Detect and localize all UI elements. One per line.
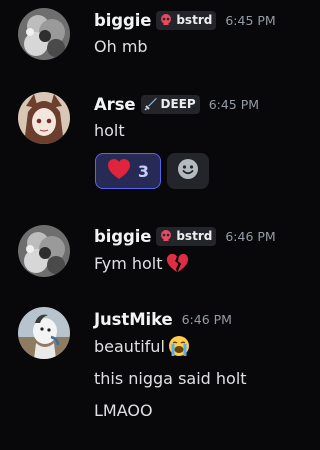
avatar[interactable]	[18, 8, 70, 60]
timestamp: 6:45 PM	[225, 12, 276, 28]
username[interactable]: Arse	[94, 95, 136, 114]
username[interactable]: biggie	[94, 11, 151, 30]
skull-icon	[159, 229, 173, 243]
message-text: LMAOO	[94, 401, 153, 420]
server-tag-label: bstrd	[176, 13, 213, 27]
server-tag[interactable]: bstrd	[156, 226, 217, 246]
username[interactable]: biggie	[94, 227, 151, 246]
avatar[interactable]	[18, 307, 70, 359]
message-text: holt	[94, 121, 125, 140]
skull-icon	[159, 13, 173, 27]
add-reaction-button[interactable]	[167, 153, 209, 189]
smiley-icon	[177, 158, 199, 184]
avatar[interactable]	[18, 225, 70, 277]
message-text: this nigga said holt	[94, 369, 247, 388]
timestamp: 6:46 PM	[225, 228, 276, 244]
reaction-heart[interactable]: 3	[95, 153, 161, 189]
message-text: Fym holt	[94, 253, 163, 273]
sword-icon	[144, 97, 158, 111]
reaction-count: 3	[137, 161, 150, 181]
server-tag-label: bstrd	[176, 229, 213, 243]
message-text: beautiful	[94, 336, 165, 356]
server-tag[interactable]: DEEP	[140, 94, 200, 114]
loudly-crying-face-icon	[168, 335, 190, 357]
avatar[interactable]	[18, 92, 70, 144]
server-tag[interactable]: bstrd	[156, 10, 217, 30]
timestamp: 6:45 PM	[208, 96, 260, 112]
red-heart-icon	[107, 158, 131, 184]
broken-heart-icon	[166, 252, 188, 274]
timestamp: 6:46 PM	[181, 311, 232, 327]
username[interactable]: JustMike	[94, 310, 173, 329]
server-tag-label: DEEP	[160, 97, 196, 111]
message-text: Oh mb	[94, 37, 148, 56]
